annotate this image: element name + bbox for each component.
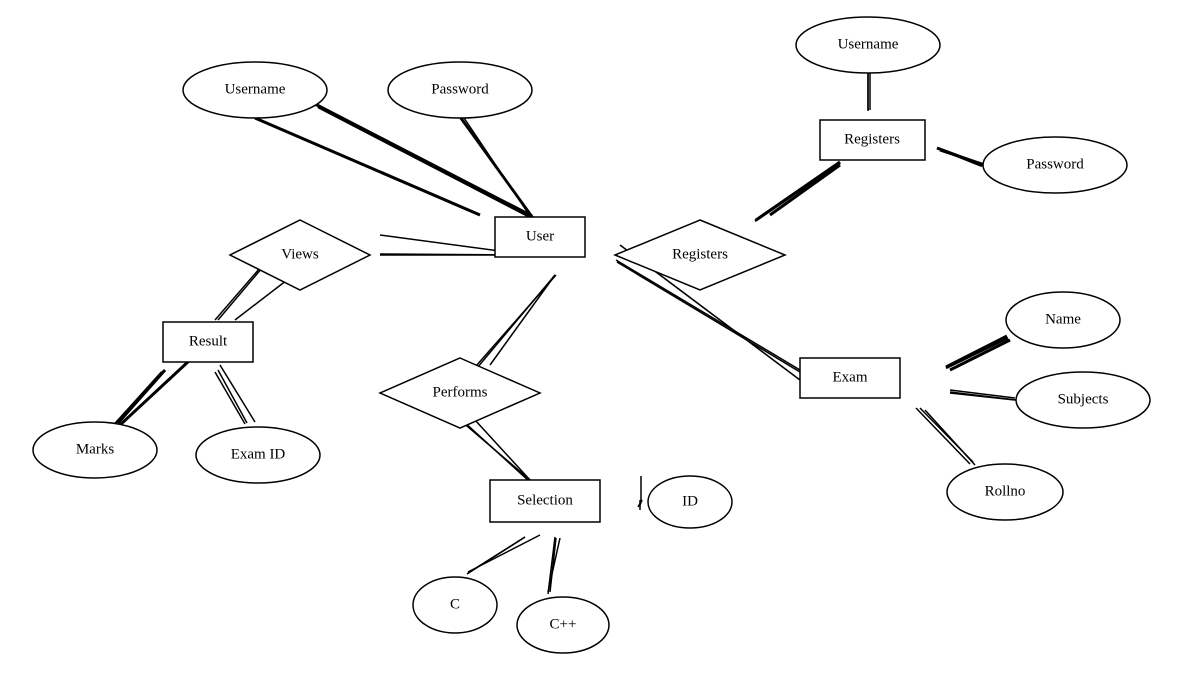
line-user-performs: [490, 275, 555, 365]
label-registers: Registers: [672, 246, 728, 262]
label-rollno: Rollno: [985, 483, 1026, 499]
label-examid: Exam ID: [231, 446, 286, 462]
label-c: C: [450, 596, 460, 612]
label-registers-entity: Registers: [844, 131, 900, 147]
label-cpp: C++: [550, 616, 577, 632]
label-user: User: [526, 228, 554, 244]
label-selection: Selection: [517, 492, 573, 508]
label-id: ID: [682, 493, 698, 509]
label-views: Views: [281, 246, 319, 262]
line-performs-selection: [475, 420, 530, 480]
label-result: Result: [189, 333, 228, 349]
label-password2: Password: [1026, 156, 1084, 172]
line-result-marks: [120, 360, 190, 425]
label-exam: Exam: [833, 369, 868, 385]
line-result-examid: [220, 365, 255, 422]
er-diagram: Username Password Marks Exam ID ID C C++…: [0, 0, 1200, 674]
line-exam-name: [950, 340, 1010, 370]
label-username2: Username: [838, 36, 899, 52]
label-password1: Password: [431, 81, 489, 97]
label-marks: Marks: [76, 441, 114, 457]
label-name: Name: [1045, 311, 1081, 327]
line-registers-diamond-entity: [770, 165, 840, 215]
label-performs: Performs: [433, 384, 488, 400]
label-subjects: Subjects: [1058, 391, 1109, 407]
label-username1: Username: [225, 81, 286, 97]
